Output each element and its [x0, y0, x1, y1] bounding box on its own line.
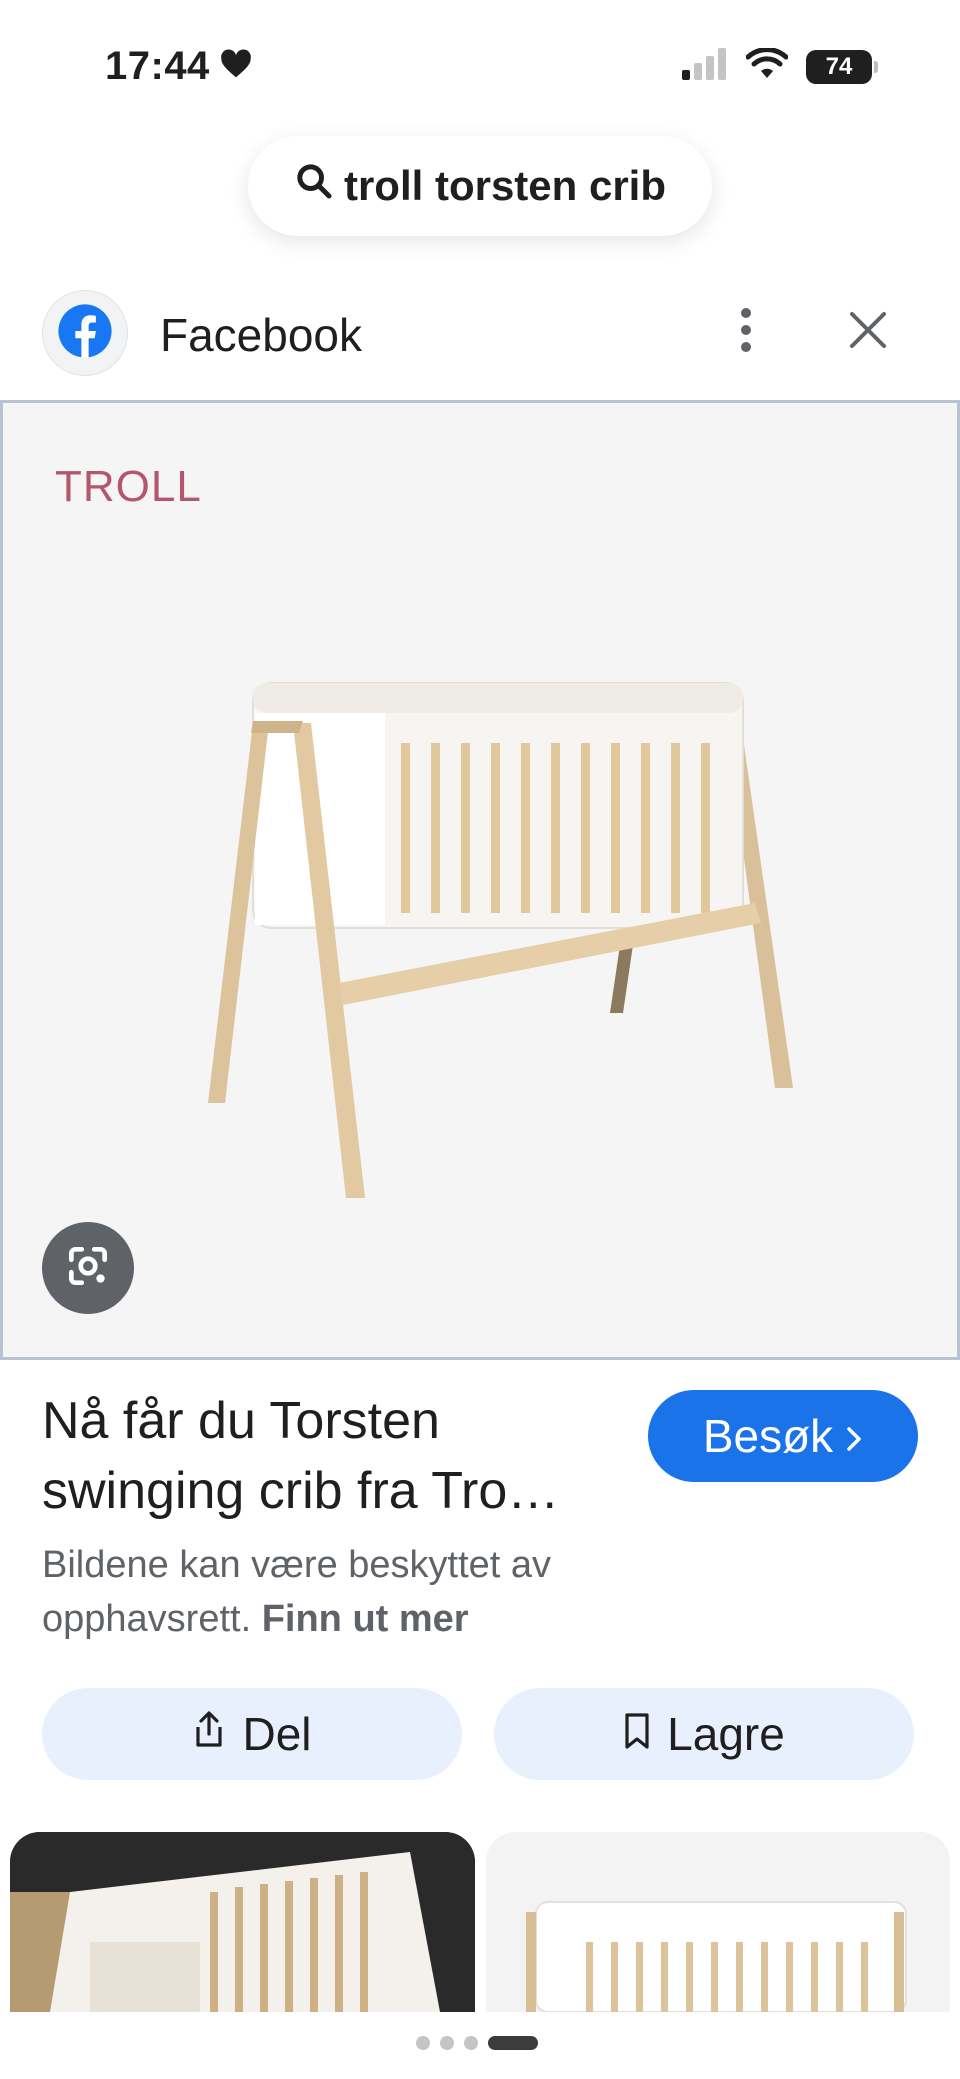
status-bar-time: 17:44 — [105, 44, 252, 89]
lens-search-button[interactable] — [42, 1222, 134, 1314]
copyright-notice: Bildene kan være beskyttet av opphavsret… — [42, 1538, 662, 1646]
share-icon — [192, 1707, 226, 1761]
status-icons: 74 — [682, 47, 878, 85]
more-vertical-icon — [740, 307, 752, 358]
search-query-text: troll torsten crib — [343, 162, 667, 209]
page-dot-active[interactable] — [488, 2036, 538, 2050]
crib-illustration: TROLL — [55, 462, 793, 1198]
visit-button[interactable]: Besøk — [648, 1390, 918, 1482]
related-image-2[interactable] — [486, 1832, 950, 2012]
page-dot[interactable] — [464, 2036, 478, 2050]
source-favicon[interactable] — [42, 290, 128, 376]
close-icon — [848, 310, 888, 355]
save-label: Lagre — [667, 1708, 785, 1760]
battery-level: 74 — [825, 52, 853, 80]
result-title[interactable]: Nå får du Torsten swinging crib fra Tro… — [42, 1386, 642, 1526]
troll-logo: TROLL — [55, 462, 202, 511]
result-image[interactable]: TROLL — [0, 400, 960, 1360]
time-text: 17:44 — [105, 44, 210, 88]
related-crib-photo-1 — [10, 1832, 475, 2012]
chevron-right-icon — [845, 1409, 863, 1463]
battery-indicator: 74 — [806, 49, 878, 84]
search-icon — [294, 161, 334, 211]
page-indicator[interactable] — [416, 2036, 538, 2050]
close-button[interactable] — [842, 306, 894, 358]
related-image-1[interactable] — [10, 1832, 475, 2012]
facebook-icon — [56, 302, 114, 365]
page-dot[interactable] — [440, 2036, 454, 2050]
page-dot[interactable] — [416, 2036, 430, 2050]
source-name[interactable]: Facebook — [160, 308, 362, 362]
share-label: Del — [242, 1708, 312, 1760]
cellular-signal-icon — [682, 48, 728, 85]
learn-more-link[interactable]: Finn ut mer — [262, 1598, 469, 1640]
bookmark-icon — [623, 1707, 651, 1761]
lens-icon — [63, 1241, 113, 1296]
share-button[interactable]: Del — [42, 1688, 462, 1780]
visit-label: Besøk — [702, 1410, 834, 1462]
related-crib-photo-2 — [486, 1832, 950, 2012]
heart-icon — [220, 44, 252, 89]
wifi-icon — [745, 47, 789, 85]
more-options-button[interactable] — [726, 306, 766, 358]
save-button[interactable]: Lagre — [494, 1688, 914, 1780]
search-query-pill[interactable]: troll torsten crib — [248, 136, 712, 236]
